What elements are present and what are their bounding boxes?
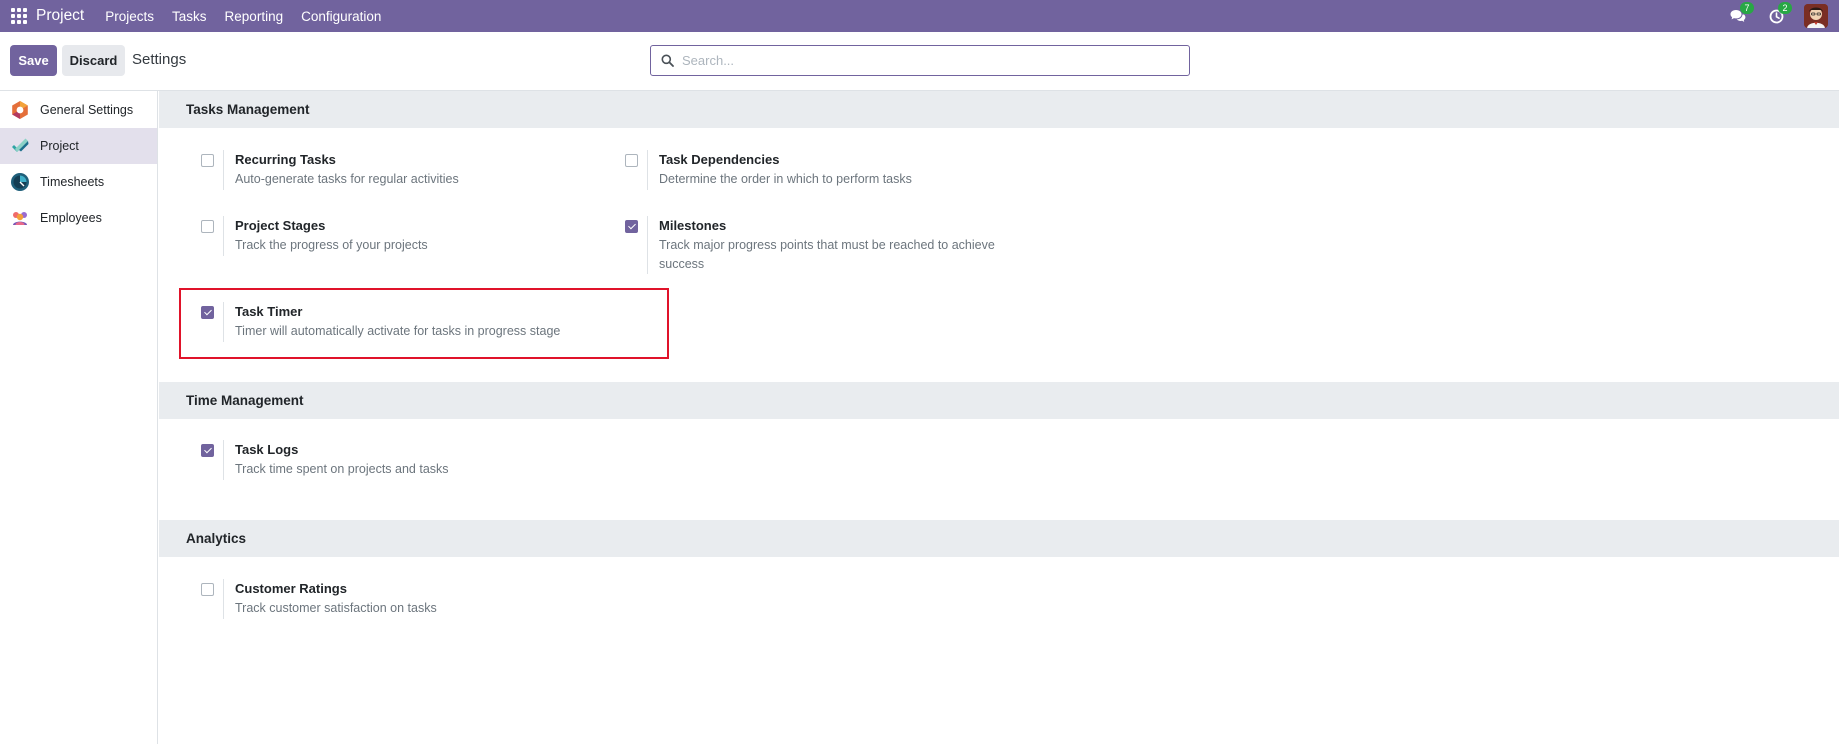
divider [223,579,224,619]
activities-count-badge: 2 [1778,2,1792,14]
activities-button[interactable]: 2 [1766,2,1792,26]
employees-app-icon [10,208,30,228]
sidebar-item-general-settings[interactable]: General Settings [0,92,157,128]
setting-description: Track the progress of your projects [235,238,428,252]
tasks-management-section: Tasks Management [159,91,1839,128]
sidebar-item-label: Employees [40,211,102,225]
sidebar-item-project[interactable]: Project [0,128,157,164]
control-panel: Save Discard Settings [0,32,1839,91]
search-bar[interactable] [650,45,1190,76]
general-settings-icon [10,100,30,120]
setting-description: Auto-generate tasks for regular activiti… [235,172,459,186]
sidebar-item-timesheets[interactable]: Timesheets [0,164,157,200]
section-header-time-management: Time Management [159,382,1839,419]
milestones-checkbox[interactable] [625,220,638,233]
app-menu-icon[interactable] [11,8,27,24]
menu-reporting[interactable]: Reporting [225,9,284,24]
setting-description: Track major progress points that must be… [659,238,995,271]
messages-button[interactable]: 7 [1728,2,1754,26]
time-management-section: Time Management [159,382,1839,419]
messages-count-badge: 7 [1740,2,1754,14]
analytics-section: Analytics [159,520,1839,557]
menu-tasks[interactable]: Tasks [172,9,207,24]
sidebar-item-employees[interactable]: Employees [0,200,157,236]
menu-configuration[interactable]: Configuration [301,9,381,24]
sidebar-item-label: Timesheets [40,175,105,189]
search-icon [661,54,674,67]
app-brand[interactable]: Project [36,7,84,25]
recurring-tasks-checkbox[interactable] [201,154,214,167]
setting-description: Track customer satisfaction on tasks [235,601,437,615]
setting-title: Recurring Tasks [235,152,336,167]
setting-title: Task Logs [235,442,299,457]
setting-description: Track time spent on projects and tasks [235,462,449,476]
project-app-icon [10,136,30,156]
task-timer-checkbox[interactable] [201,306,214,319]
task-logs-checkbox[interactable] [201,444,214,457]
sidebar-item-label: General Settings [40,103,134,117]
divider [223,150,224,190]
settings-content: Tasks Management Recurring Tasks Auto-ge… [159,91,1839,744]
task-dependencies-checkbox[interactable] [625,154,638,167]
setting-description: Timer will automatically activate for ta… [235,324,561,338]
setting-title: Project Stages [235,218,326,233]
timesheets-app-icon [10,172,30,192]
setting-description: Determine the order in which to perform … [659,172,912,186]
divider [647,216,648,274]
section-header-analytics: Analytics [159,520,1839,557]
setting-title: Milestones [659,218,727,233]
sidebar-item-label: Project [40,139,79,153]
divider [223,440,224,480]
settings-sidebar: General Settings Project Timesheets Empl… [0,91,158,744]
save-button[interactable]: Save [10,45,57,76]
project-stages-checkbox[interactable] [201,220,214,233]
section-header-tasks-management: Tasks Management [159,91,1839,128]
divider [223,302,224,342]
user-avatar[interactable] [1804,4,1828,28]
top-navbar: Project Projects Tasks Reporting Configu… [0,0,1839,32]
customer-ratings-checkbox[interactable] [201,583,214,596]
discard-button[interactable]: Discard [62,45,125,76]
setting-title: Task Timer [235,304,303,319]
divider [647,150,648,190]
divider [223,216,224,256]
search-input[interactable] [682,53,1162,68]
menu-projects[interactable]: Projects [105,9,154,24]
setting-title: Customer Ratings [235,581,347,596]
setting-title: Task Dependencies [659,152,780,167]
systray: 7 2 [1728,0,1839,32]
page-title: Settings [132,51,187,68]
